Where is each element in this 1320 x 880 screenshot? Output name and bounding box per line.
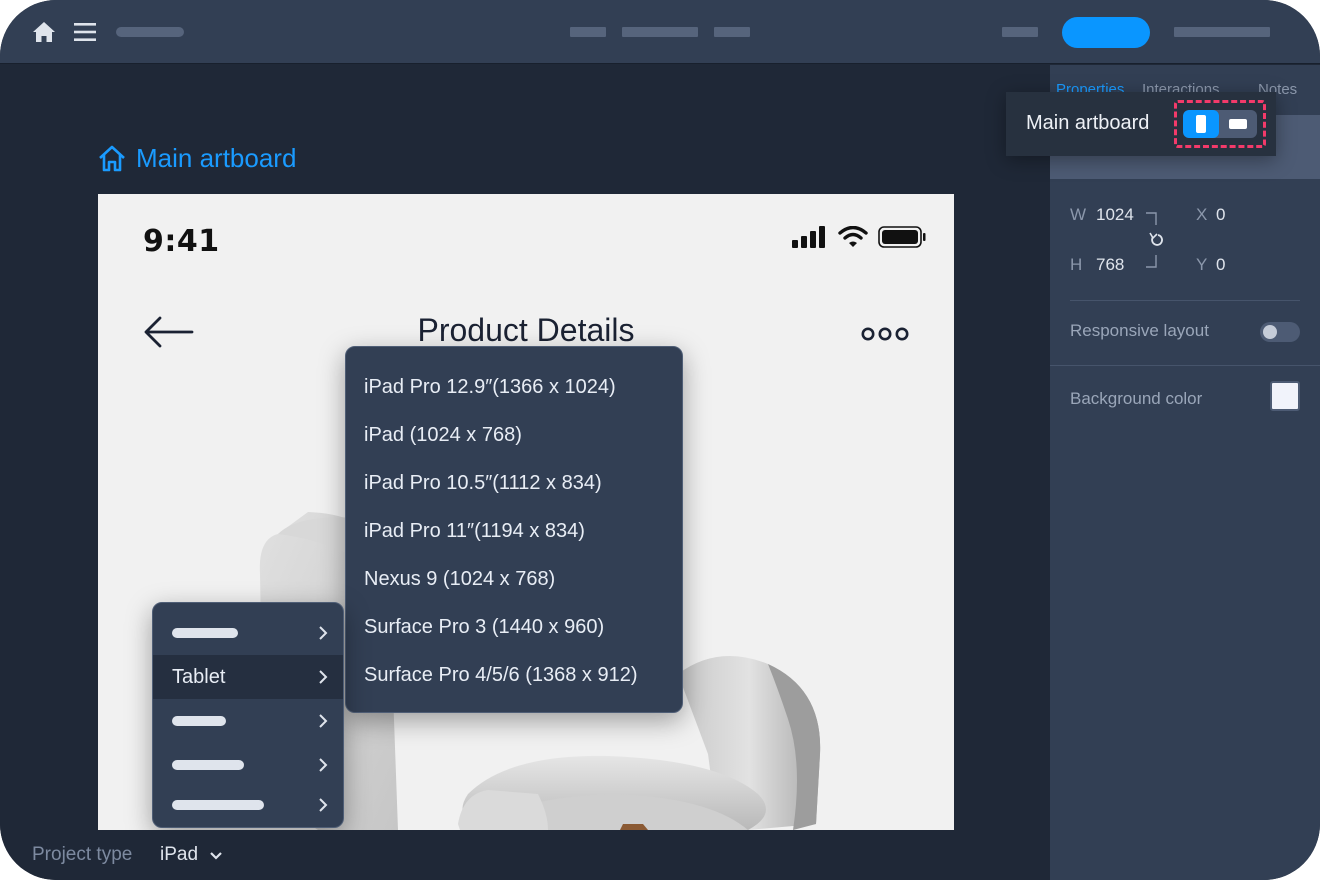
category-label: Tablet — [172, 666, 226, 688]
portrait-icon — [1196, 115, 1206, 133]
toggle-knob — [1263, 325, 1277, 339]
divider — [1070, 300, 1300, 301]
category-item[interactable] — [153, 743, 343, 783]
device-category-menu: Tablet — [152, 602, 344, 828]
category-label-placeholder — [172, 800, 264, 810]
responsive-layout-label: Responsive layout — [1070, 321, 1209, 340]
menu-item-ipad-pro-12-9[interactable]: iPad Pro 12.9″(1366 x 1024) — [346, 363, 682, 411]
background-color-label: Background color — [1070, 389, 1203, 408]
bottom-bar: Project type iPad — [0, 830, 1050, 880]
menu-item-ipad-pro-10-5[interactable]: iPad Pro 10.5″(1112 x 834) — [346, 459, 682, 507]
project-type-label: Project type — [32, 844, 133, 865]
chevron-right-icon — [319, 714, 328, 728]
x-input[interactable]: 0 — [1216, 205, 1225, 225]
category-item[interactable] — [153, 699, 343, 743]
height-label: H — [1070, 255, 1083, 274]
y-label: Y — [1196, 255, 1208, 274]
project-name-placeholder[interactable] — [116, 27, 184, 37]
status-time: 9:41 — [143, 224, 220, 259]
landscape-orientation-button[interactable] — [1219, 110, 1257, 138]
top-toolbar — [0, 0, 1320, 64]
chevron-right-icon — [319, 758, 328, 772]
chevron-right-icon — [319, 626, 328, 640]
toolbar-user-placeholder[interactable] — [1174, 27, 1270, 37]
portrait-orientation-button[interactable] — [1183, 110, 1219, 138]
x-label: X — [1196, 205, 1208, 224]
nav-title: Product Details — [417, 312, 635, 348]
height-input[interactable]: 768 — [1096, 255, 1124, 275]
more-dots-icon[interactable] — [860, 326, 910, 342]
responsive-layout-toggle[interactable] — [1260, 322, 1300, 342]
device-size-menu: iPad Pro 12.9″(1366 x 1024) iPad (1024 x… — [345, 346, 683, 713]
chevron-right-icon — [319, 798, 328, 812]
toolbar-tab-placeholder[interactable] — [622, 27, 698, 37]
orientation-highlight — [1174, 100, 1266, 148]
category-label-placeholder — [172, 716, 226, 726]
width-label: W — [1070, 205, 1087, 224]
wifi-icon — [838, 226, 868, 247]
artboard-orientation-popover: Main artboard — [1006, 92, 1276, 156]
menu-item-nexus-9[interactable]: Nexus 9 (1024 x 768) — [346, 555, 682, 603]
toolbar-action-placeholder[interactable] — [1002, 27, 1038, 37]
popover-artboard-label: Main artboard — [1026, 112, 1150, 134]
artboard-title[interactable]: Main artboard — [96, 142, 296, 174]
category-item[interactable] — [153, 783, 343, 823]
toolbar-tab-placeholder[interactable] — [570, 27, 606, 37]
category-label-placeholder — [172, 628, 238, 638]
chevron-right-icon — [319, 670, 328, 684]
chevron-down-icon[interactable] — [210, 852, 222, 860]
y-input[interactable]: 0 — [1216, 255, 1225, 275]
lock-ratio-icon[interactable] — [1144, 211, 1164, 269]
battery-icon — [878, 226, 926, 248]
primary-action-button[interactable] — [1062, 17, 1150, 48]
status-icons — [792, 226, 926, 248]
toolbar-tab-placeholder[interactable] — [714, 27, 750, 37]
menu-item-ipad-pro-11[interactable]: iPad Pro 11″(1194 x 834) — [346, 507, 682, 555]
app-window: Main artboard 9:41 Product Details iPad … — [0, 0, 1320, 880]
menu-item-surface-pro-3[interactable]: Surface Pro 3 (1440 x 960) — [346, 603, 682, 651]
hamburger-menu-icon[interactable] — [74, 22, 96, 42]
landscape-icon — [1229, 119, 1247, 129]
category-label-placeholder — [172, 760, 244, 770]
background-color-swatch[interactable] — [1270, 381, 1300, 411]
home-outline-icon — [99, 145, 125, 172]
width-input[interactable]: 1024 — [1096, 205, 1134, 225]
properties-panel: Properties Interactions Notes W 1024 H 7… — [1050, 65, 1320, 880]
menu-item-surface-pro-4-5-6[interactable]: Surface Pro 4/5/6 (1368 x 912) — [346, 651, 682, 699]
divider — [1050, 365, 1320, 366]
project-type-select[interactable]: iPad — [160, 844, 198, 866]
home-icon[interactable] — [32, 20, 56, 44]
menu-item-ipad[interactable]: iPad (1024 x 768) — [346, 411, 682, 459]
artboard-title-label: Main artboard — [136, 142, 297, 173]
category-item[interactable] — [153, 611, 343, 655]
cellular-signal-icon — [792, 226, 825, 248]
category-item-tablet[interactable]: Tablet — [153, 655, 343, 699]
orientation-switch[interactable] — [1183, 110, 1257, 138]
